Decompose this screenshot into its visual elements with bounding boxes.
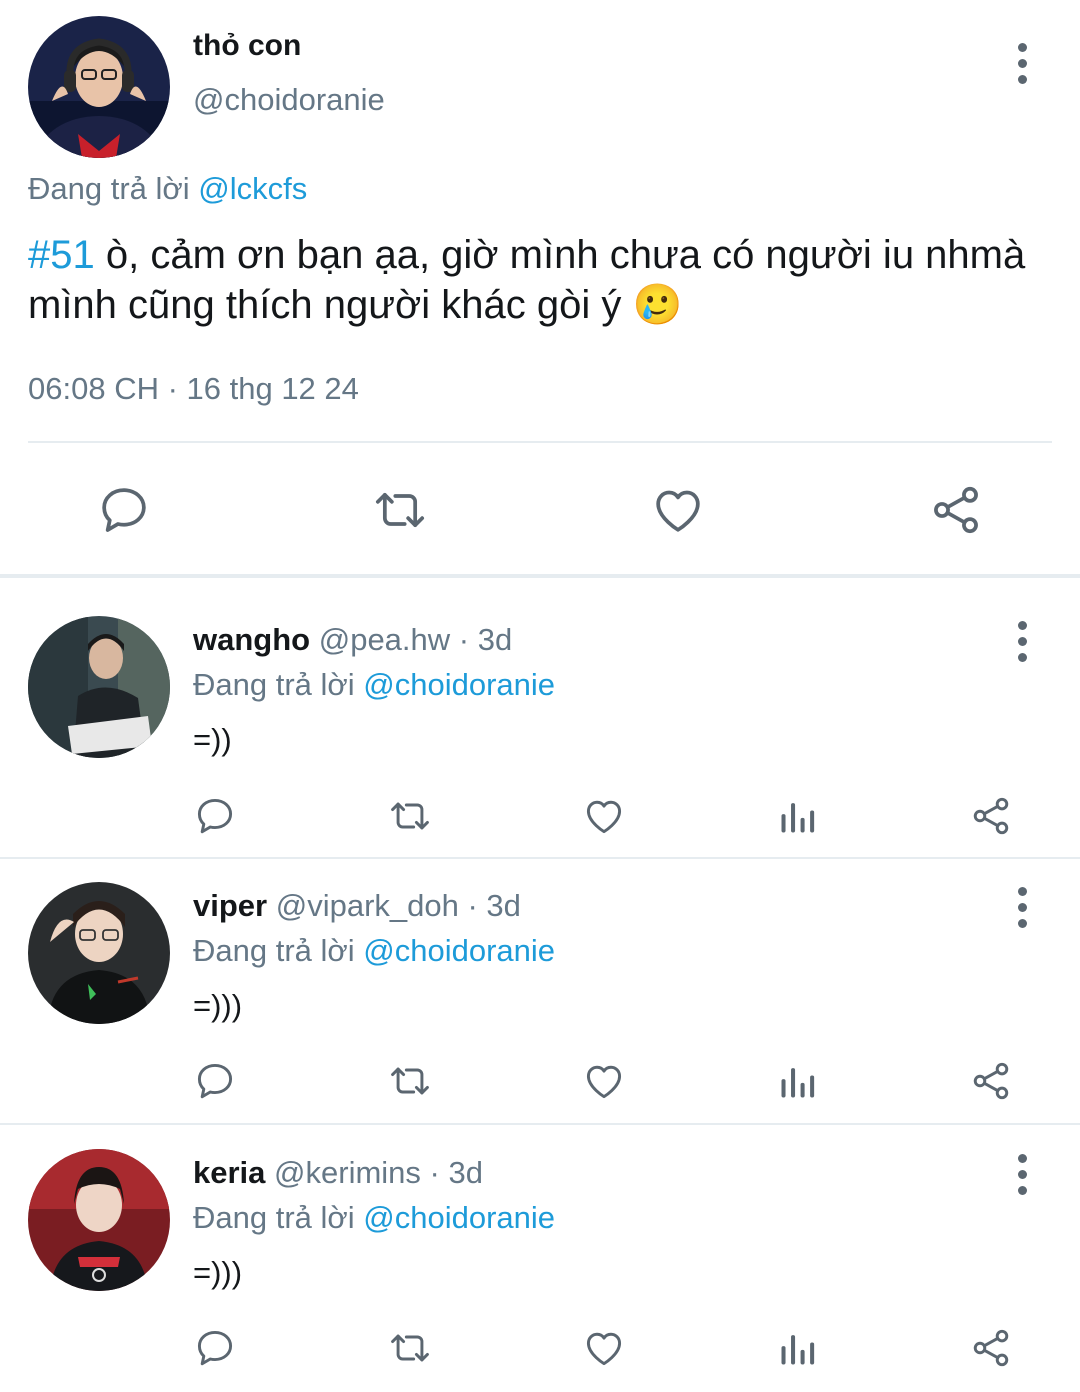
replying-to-line: Đang trả lời @lckcfs bbox=[28, 170, 307, 208]
reply-icon[interactable] bbox=[193, 1326, 237, 1370]
replying-prefix: Đang trả lời bbox=[28, 171, 190, 206]
reply-icon[interactable] bbox=[96, 482, 152, 538]
like-icon[interactable] bbox=[650, 482, 706, 538]
replying-prefix: Đang trả lời bbox=[193, 667, 355, 702]
reply-handle[interactable]: @kerimins bbox=[274, 1155, 421, 1190]
retweet-icon[interactable] bbox=[388, 1059, 432, 1103]
emoji: 🥲 bbox=[632, 283, 683, 327]
tweet-text: #51 ò, cảm ơn bạn ạa, giờ mình chưa có n… bbox=[28, 230, 1025, 330]
tweet-text-line-1: #51 ò, cảm ơn bạn ạa, giờ mình chưa có n… bbox=[28, 230, 1025, 280]
replying-to-handle[interactable]: @choidoranie bbox=[363, 1200, 555, 1235]
author-handle[interactable]: @choidoranie bbox=[193, 82, 385, 118]
like-icon[interactable] bbox=[582, 794, 626, 838]
reply-display-name[interactable]: wangho bbox=[193, 622, 310, 657]
reply-text: =))) bbox=[193, 988, 243, 1023]
stats-icon[interactable] bbox=[776, 1326, 820, 1370]
tweet-body-line-2: mình cũng thích người khác gòi ý bbox=[28, 283, 622, 327]
replying-to-line: Đang trả lời @choidoranie bbox=[193, 1200, 555, 1236]
reply-handle[interactable]: @vipark_doh bbox=[276, 888, 459, 923]
replying-to-line: Đang trả lời @choidoranie bbox=[193, 933, 555, 969]
reply-header: viper @vipark_doh · 3d bbox=[193, 888, 521, 924]
replying-prefix: Đang trả lời bbox=[193, 933, 355, 968]
replying-to-line: Đang trả lời @choidoranie bbox=[193, 667, 555, 703]
avatar[interactable] bbox=[28, 1149, 170, 1291]
reply-age: · 3d bbox=[429, 1155, 483, 1190]
share-icon[interactable] bbox=[969, 1326, 1013, 1370]
replying-to-handle[interactable]: @choidoranie bbox=[363, 933, 555, 968]
tweet-text-line-2: mình cũng thích người khác gòi ý 🥲 bbox=[28, 280, 1025, 330]
avatar[interactable] bbox=[28, 616, 170, 758]
share-icon[interactable] bbox=[928, 482, 984, 538]
avatar[interactable] bbox=[28, 882, 170, 1024]
stats-icon[interactable] bbox=[776, 794, 820, 838]
avatar[interactable] bbox=[28, 16, 170, 158]
tweet-divider bbox=[28, 441, 1052, 443]
reply-display-name[interactable]: keria bbox=[193, 1155, 265, 1190]
reply-divider bbox=[0, 1123, 1080, 1125]
tweet-body: ò, cảm ơn bạn ạa, giờ mình chưa có người… bbox=[94, 233, 1026, 277]
replying-to-handle[interactable]: @choidoranie bbox=[363, 667, 555, 702]
stats-icon[interactable] bbox=[776, 1059, 820, 1103]
reply-header: wangho @pea.hw · 3d bbox=[193, 622, 512, 658]
reply-icon[interactable] bbox=[193, 1059, 237, 1103]
like-icon[interactable] bbox=[582, 1059, 626, 1103]
retweet-icon[interactable] bbox=[372, 482, 428, 538]
more-options-icon[interactable] bbox=[1002, 611, 1042, 671]
replying-to-handle[interactable]: @lckcfs bbox=[198, 171, 307, 206]
reply-age: · 3d bbox=[458, 622, 513, 657]
author-display-name[interactable]: thỏ con bbox=[193, 28, 301, 64]
reply-display-name[interactable]: viper bbox=[193, 888, 267, 923]
section-divider bbox=[0, 574, 1080, 578]
retweet-icon[interactable] bbox=[388, 794, 432, 838]
replying-prefix: Đang trả lời bbox=[193, 1200, 355, 1235]
share-icon[interactable] bbox=[969, 794, 1013, 838]
more-options-icon[interactable] bbox=[1002, 33, 1042, 93]
hashtag[interactable]: #51 bbox=[28, 233, 95, 277]
reply-text: =)) bbox=[193, 722, 232, 757]
timestamp[interactable]: 06:08 CH · 16 thg 12 24 bbox=[28, 370, 359, 408]
like-icon[interactable] bbox=[582, 1326, 626, 1370]
retweet-icon[interactable] bbox=[388, 1326, 432, 1370]
reply-age: · 3d bbox=[467, 888, 521, 923]
reply-icon[interactable] bbox=[193, 794, 237, 838]
reply-divider bbox=[0, 857, 1080, 859]
more-options-icon[interactable] bbox=[1002, 877, 1042, 937]
share-icon[interactable] bbox=[969, 1059, 1013, 1103]
more-options-icon[interactable] bbox=[1002, 1144, 1042, 1204]
reply-handle[interactable]: @pea.hw bbox=[319, 622, 450, 657]
reply-text: =))) bbox=[193, 1255, 243, 1290]
reply-header: keria @kerimins · 3d bbox=[193, 1155, 483, 1191]
